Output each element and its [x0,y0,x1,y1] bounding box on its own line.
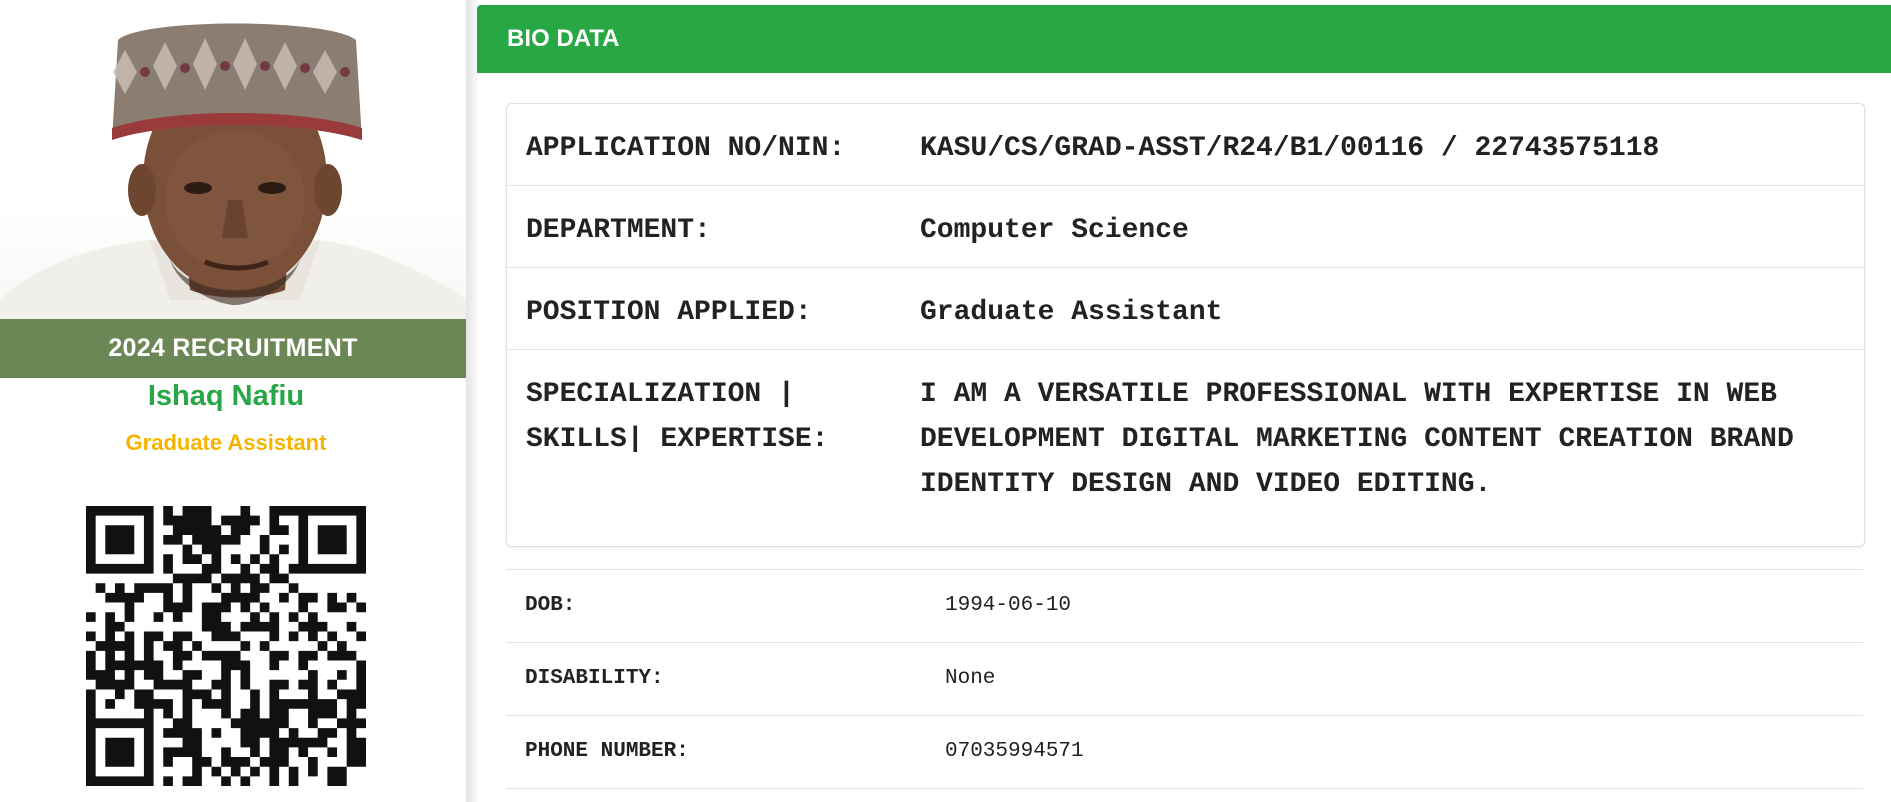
profile-photo: 2024 RECRUITMENT [0,0,466,378]
dob-row: DOB: 1994-06-10 [506,569,1863,642]
row-label: PHONE NUMBER: [525,740,689,763]
bio-summary-card: APPLICATION NO/NIN: KASU/CS/GRAD-ASST/R2… [506,103,1865,547]
applicant-role: Graduate Assistant [125,430,327,455]
row-label: APPLICATION NO/NIN: [526,133,846,164]
department-row: DEPARTMENT: Computer Science [507,186,1864,268]
bio-data-header: BIO DATA [477,5,1891,73]
phone-row: PHONE NUMBER: 07035994571 [506,715,1863,788]
row-label: DEPARTMENT: [526,215,711,246]
row-value: KASU/CS/GRAD-ASST/R24/B1/00116 / 2274357… [920,133,1660,164]
row-value: I AM A VERSATILE PROFESSIONAL WITH EXPER… [920,379,1794,500]
applicant-name: Ishaq Nafiu [147,380,305,412]
application-no-row: APPLICATION NO/NIN: KASU/CS/GRAD-ASST/R2… [507,104,1864,186]
position-row: POSITION APPLIED: Graduate Assistant [507,268,1864,350]
profile-panel: 2024 RECRUITMENT Ishaq Nafiu Graduate As… [0,0,466,802]
disability-row: DISABILITY: None [506,642,1863,715]
row-value: Computer Science [920,215,1189,246]
divider [506,788,1863,789]
row-label: POSITION APPLIED: [526,297,812,328]
row-value: Graduate Assistant [920,297,1223,328]
row-label: SPECIALIZATION | SKILLS| EXPERTISE: [526,379,829,455]
row-value: None [945,667,996,690]
specialization-row: SPECIALIZATION | SKILLS| EXPERTISE: I AM… [507,350,1864,546]
row-label: DISABILITY: [525,667,664,690]
row-value: 1994-06-10 [945,594,1072,617]
panel-divider [466,0,478,802]
qr-code-icon [86,506,366,786]
row-label: DOB: [525,594,576,617]
row-value: 07035994571 [945,740,1084,763]
bio-data-title: BIO DATA [507,25,620,52]
recruitment-banner: 2024 RECRUITMENT [0,319,466,378]
